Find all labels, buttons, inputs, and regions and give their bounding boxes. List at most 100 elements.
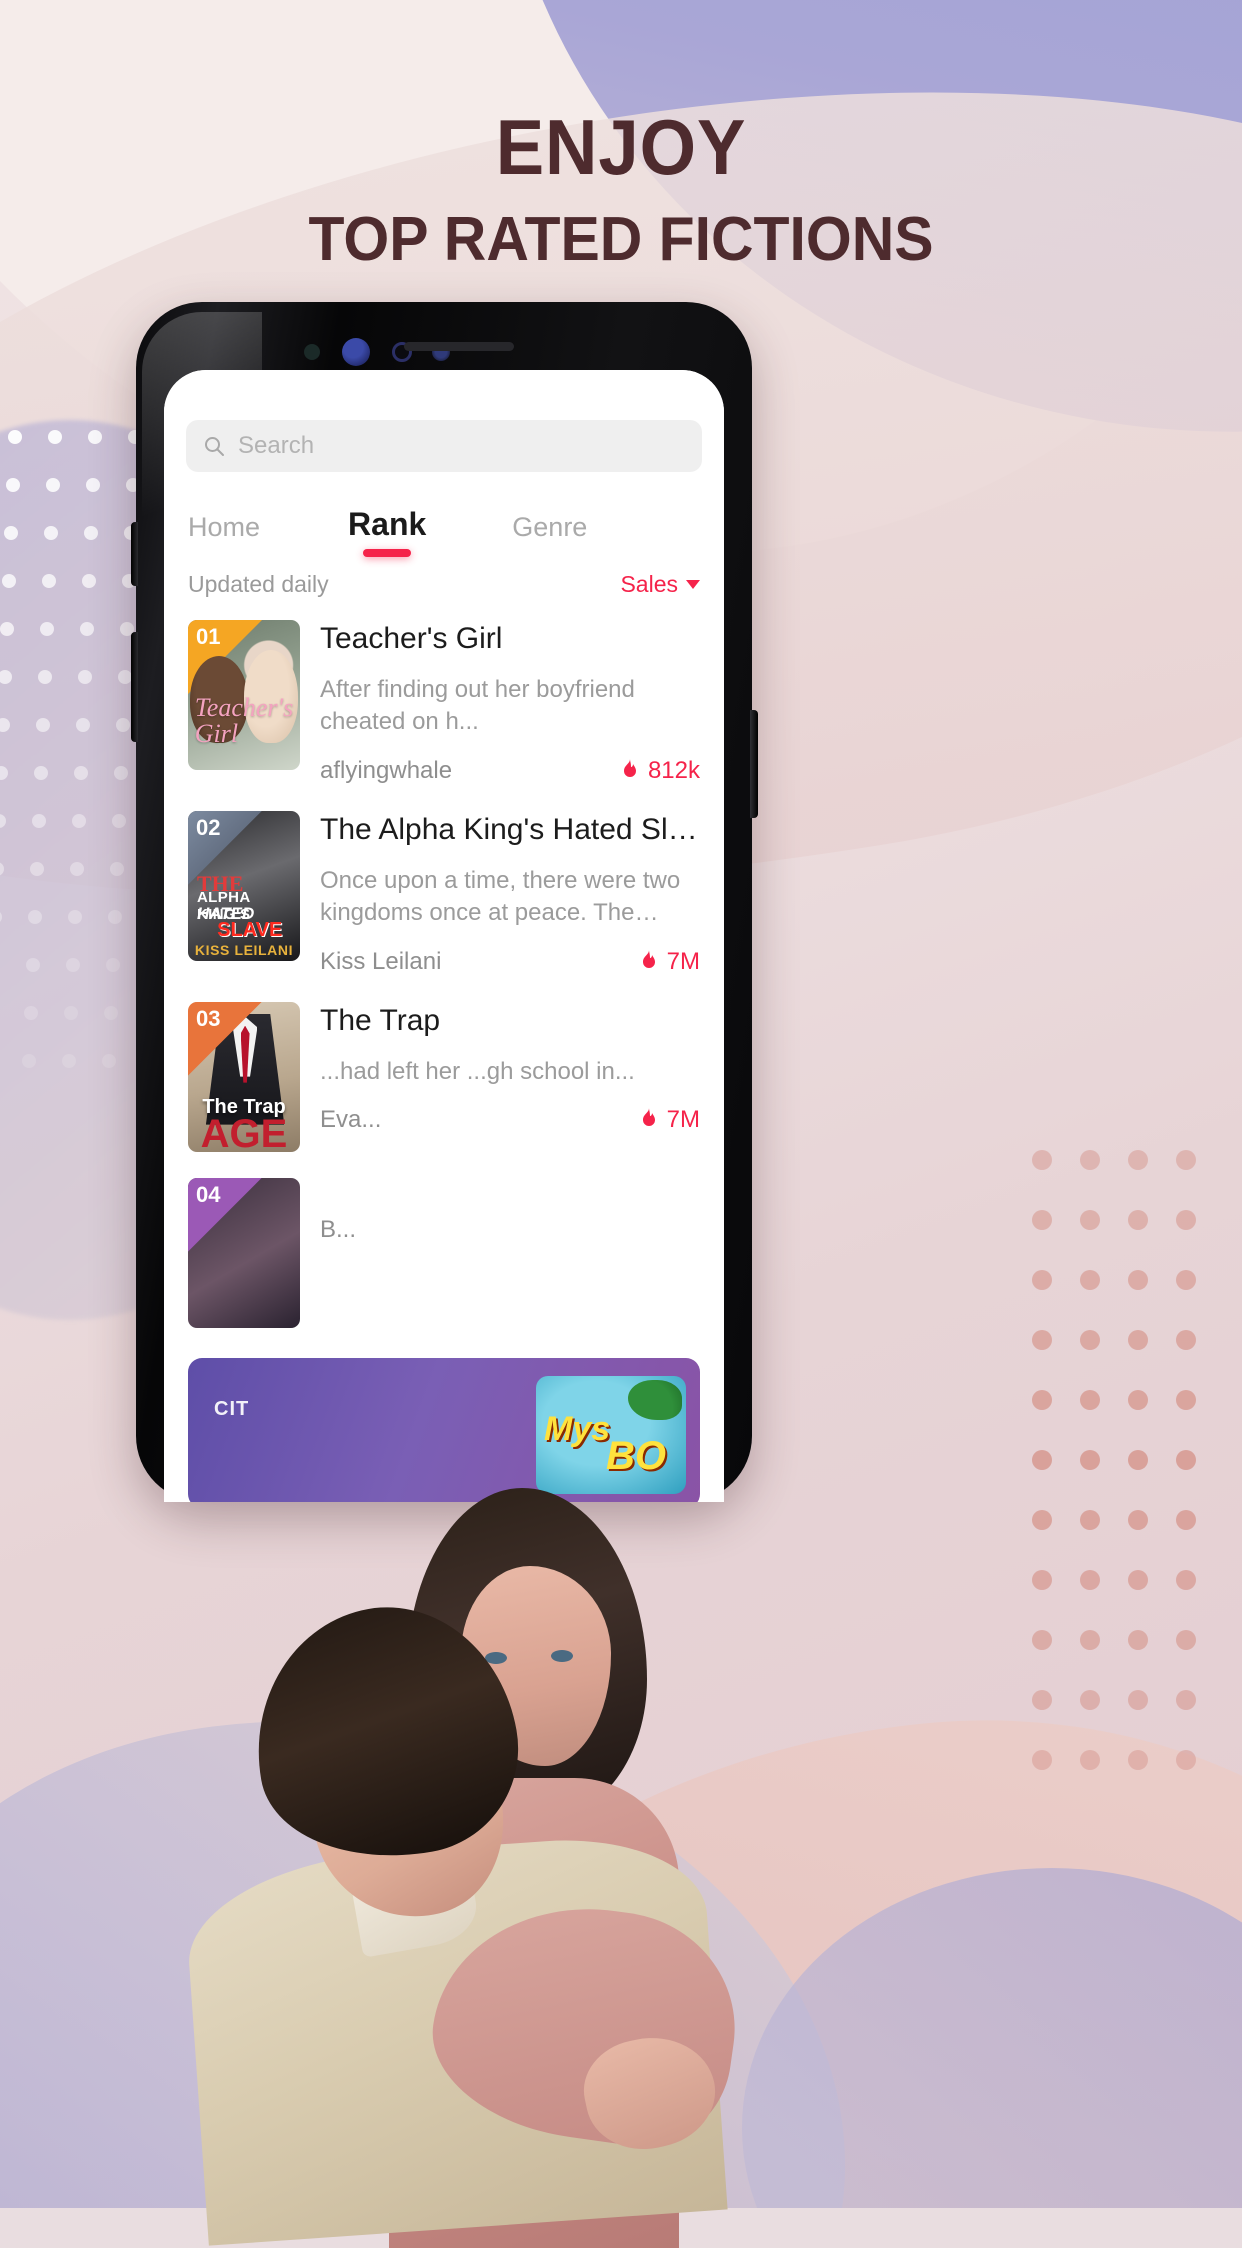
book-footer: Kiss Leilani 7M bbox=[320, 948, 700, 976]
decorative-dot bbox=[44, 526, 58, 540]
decorative-dot bbox=[1128, 1750, 1148, 1770]
book-title: The Trap bbox=[320, 1003, 441, 1037]
tab-rank[interactable]: Rank bbox=[348, 506, 426, 557]
decorative-dot bbox=[1176, 1630, 1196, 1650]
tab-genre-label: Genre bbox=[512, 512, 588, 542]
tab-rank-label: Rank bbox=[348, 506, 427, 542]
tab-active-indicator bbox=[363, 549, 412, 557]
decorative-dot bbox=[1032, 1150, 1052, 1170]
decorative-dot bbox=[1080, 1450, 1100, 1470]
decorative-dot bbox=[2, 574, 16, 588]
phone-volume-up-button[interactable] bbox=[131, 522, 138, 586]
decorative-dot bbox=[118, 670, 132, 684]
decorative-dot bbox=[114, 766, 128, 780]
decorative-dot bbox=[0, 910, 2, 924]
book-list-item[interactable]: 01 Teacher's Girl Teacher's Girl After f… bbox=[188, 608, 700, 799]
book-meta: The Trap ...had left her ...gh school in… bbox=[320, 1002, 700, 1152]
decorative-dot bbox=[1080, 1150, 1100, 1170]
decorative-dot bbox=[1080, 1570, 1100, 1590]
decorative-dot bbox=[74, 766, 88, 780]
decorative-dot bbox=[108, 910, 122, 924]
book-cover[interactable]: 02 THE ALPHA KING'S HATED SLAVE KISS LEI… bbox=[188, 810, 300, 961]
flame-icon bbox=[623, 758, 636, 777]
chevron-down-icon bbox=[686, 580, 700, 589]
decorative-dot bbox=[110, 862, 124, 876]
sort-dropdown-label: Sales bbox=[620, 571, 678, 597]
rank-number: 03 bbox=[196, 1005, 221, 1031]
decorative-dot bbox=[1080, 1750, 1100, 1770]
book-popularity-count: 7M bbox=[666, 1105, 700, 1133]
decorative-dot bbox=[48, 430, 62, 444]
app-viewport: Search Home Rank Genre Updated daily Sal… bbox=[164, 370, 724, 1502]
decorative-dot bbox=[82, 574, 96, 588]
decorative-dot bbox=[1128, 1150, 1148, 1170]
book-popularity: 7M bbox=[639, 948, 700, 976]
book-footer: B... bbox=[320, 1216, 700, 1244]
promo-banner-text: CIT bbox=[214, 1397, 250, 1420]
flame-icon bbox=[642, 1107, 655, 1126]
book-popularity-count: 7M bbox=[666, 947, 700, 975]
tab-home-label: Home bbox=[188, 512, 261, 542]
tab-home[interactable]: Home bbox=[188, 512, 260, 557]
search-area: Search bbox=[164, 370, 724, 472]
tab-genre[interactable]: Genre bbox=[512, 512, 587, 557]
book-meta: Teacher's Girl After finding out her boy… bbox=[320, 620, 700, 785]
cover-author: KISS LEILANI bbox=[194, 941, 294, 958]
promo-subheadline: TOP RATED FICTIONS bbox=[308, 204, 934, 274]
decorative-dot bbox=[0, 862, 4, 876]
decorative-dot bbox=[76, 718, 90, 732]
tab-bar: Home Rank Genre bbox=[164, 472, 724, 557]
decorative-dot bbox=[1032, 1210, 1052, 1230]
decorative-dot bbox=[112, 814, 126, 828]
decorative-dot bbox=[80, 622, 94, 636]
decorative-dot bbox=[1032, 1270, 1052, 1290]
phone-volume-down-button[interactable] bbox=[131, 632, 138, 742]
book-title: The Alpha King's Hated Slave bbox=[320, 812, 700, 846]
decorative-dot bbox=[104, 1006, 118, 1020]
promo-headline: ENJOY bbox=[495, 103, 747, 191]
decorative-dot bbox=[62, 1054, 76, 1068]
decorative-dot bbox=[1176, 1150, 1196, 1170]
book-description: Once upon a time, there were two kingdom… bbox=[320, 866, 681, 927]
decorative-dot bbox=[1032, 1450, 1052, 1470]
decorative-dot bbox=[1176, 1450, 1196, 1470]
cover-line-4: SLAVE bbox=[217, 918, 283, 941]
book-cover[interactable]: 04 bbox=[188, 1177, 300, 1328]
decorative-dot bbox=[106, 958, 120, 972]
decorative-dot bbox=[70, 862, 84, 876]
book-cover[interactable]: 01 Teacher's Girl bbox=[188, 620, 300, 770]
decorative-dot bbox=[8, 430, 22, 444]
promo-headings: ENJOY TOP RATED FICTIONS bbox=[0, 103, 1242, 274]
sort-dropdown[interactable]: Sales bbox=[620, 571, 700, 598]
phone-mockup: Search Home Rank Genre Updated daily Sal… bbox=[131, 302, 758, 1502]
book-list-item[interactable]: 03 The Trap AGE The Trap ...had left her… bbox=[188, 990, 700, 1166]
decorative-dot bbox=[0, 814, 6, 828]
decorative-dot bbox=[28, 910, 42, 924]
decorative-dot bbox=[1080, 1330, 1100, 1350]
book-cover[interactable]: 03 The Trap AGE bbox=[188, 1001, 300, 1152]
rank-number: 01 bbox=[196, 624, 221, 649]
book-popularity: 812k bbox=[620, 757, 700, 785]
decorative-dot bbox=[0, 718, 10, 732]
decorative-dot bbox=[1080, 1630, 1100, 1650]
book-author: Kiss Leilani bbox=[320, 947, 442, 975]
book-list-item[interactable]: 02 THE ALPHA KING'S HATED SLAVE KISS LEI… bbox=[188, 799, 700, 990]
decorative-dot bbox=[46, 478, 60, 492]
decorative-dot bbox=[1128, 1390, 1148, 1410]
book-list-item[interactable]: 04 B... bbox=[188, 1166, 700, 1342]
phone-power-button[interactable] bbox=[750, 710, 758, 818]
decorative-dot bbox=[4, 526, 18, 540]
decorative-dot bbox=[38, 670, 52, 684]
decorative-dot bbox=[1032, 1390, 1052, 1410]
decorative-dot bbox=[116, 718, 130, 732]
decorative-dot bbox=[34, 766, 48, 780]
rank-number: 04 bbox=[196, 1181, 221, 1207]
decorative-dot bbox=[1176, 1690, 1196, 1710]
search-input[interactable]: Search bbox=[186, 420, 702, 472]
book-popularity: 7M bbox=[639, 1106, 700, 1134]
book-author: B... bbox=[320, 1215, 357, 1243]
book-meta: B... bbox=[320, 1178, 700, 1328]
decorative-dot bbox=[1128, 1210, 1148, 1230]
cover-line-2: AGE bbox=[200, 1111, 288, 1152]
decorative-dot bbox=[84, 526, 98, 540]
